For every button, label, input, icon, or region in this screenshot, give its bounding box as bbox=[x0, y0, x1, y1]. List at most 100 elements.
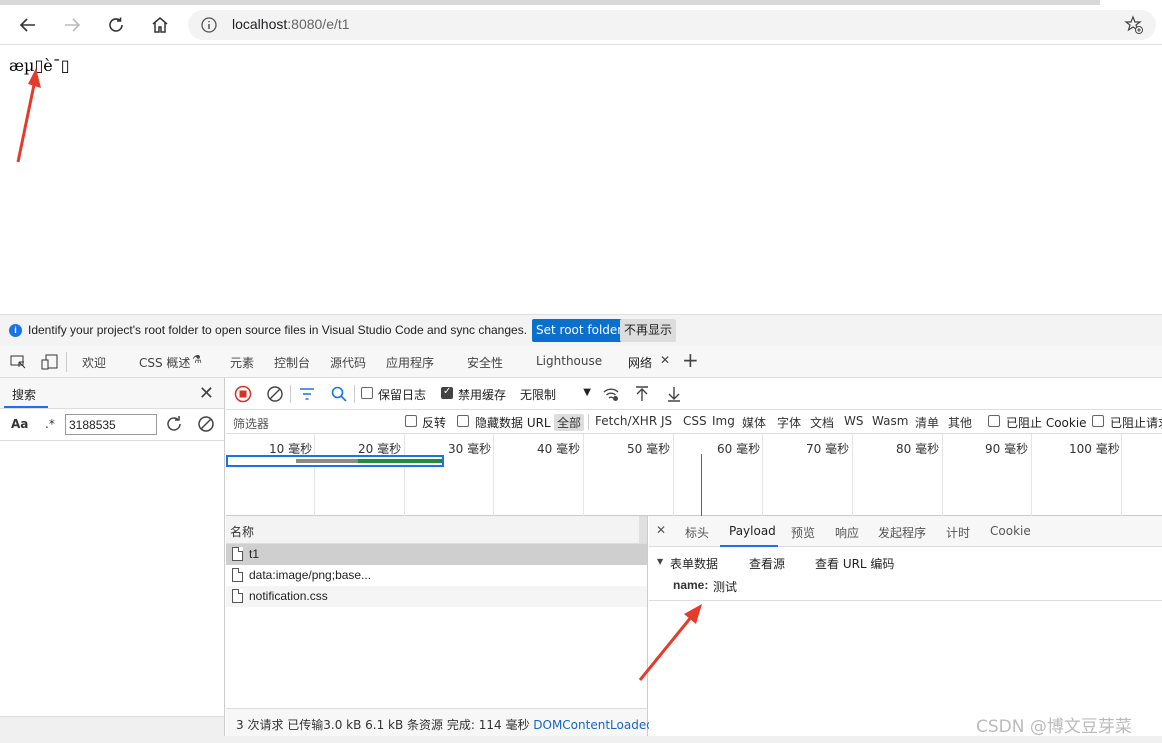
tab-security[interactable]: 安全性 bbox=[467, 354, 503, 371]
filter-type-doc[interactable]: 文档 bbox=[810, 414, 834, 431]
document-icon bbox=[232, 568, 243, 582]
view-source-button[interactable]: 查看源 bbox=[749, 555, 785, 572]
close-search-icon[interactable]: ✕ bbox=[199, 383, 214, 404]
tab-application[interactable]: 应用程序 bbox=[386, 354, 434, 371]
table-row[interactable]: t1 bbox=[226, 544, 647, 565]
document-icon bbox=[232, 589, 243, 603]
url-text: localhost:8080/e/t1 bbox=[232, 16, 350, 32]
clear-log-icon[interactable] bbox=[266, 385, 284, 406]
filter-icon[interactable] bbox=[298, 385, 316, 406]
table-row[interactable]: data:image/png;base... bbox=[226, 565, 647, 586]
network-toolbar: 保留日志 禁用缓存 无限制 ▼ bbox=[226, 378, 1162, 410]
request-list: 名称 t1 data:image/png;base... notificatio… bbox=[226, 516, 654, 736]
filter-type-fetch-xhr[interactable]: Fetch/XHR bbox=[595, 414, 657, 428]
hide-data-urls-checkbox[interactable] bbox=[457, 415, 469, 427]
tab-welcome[interactable]: 欢迎 bbox=[82, 354, 106, 371]
annotation-arrow-icon bbox=[16, 68, 41, 163]
table-row[interactable]: notification.css bbox=[226, 586, 647, 607]
tab-lighthouse[interactable]: Lighthouse bbox=[536, 354, 602, 368]
filter-type-other[interactable]: 其他 bbox=[948, 414, 972, 431]
tab-network[interactable]: 网络 bbox=[628, 354, 652, 371]
dont-show-again-button[interactable]: 不再显示 bbox=[620, 319, 677, 342]
tab-timing[interactable]: 计时 bbox=[946, 524, 970, 541]
search-panel-title[interactable]: 搜索 bbox=[12, 386, 36, 403]
tab-sources[interactable]: 源代码 bbox=[330, 354, 366, 371]
browser-toolbar: localhost:8080/e/t1 bbox=[0, 5, 1162, 45]
close-detail-icon[interactable]: ✕ bbox=[656, 523, 666, 537]
export-har-icon[interactable] bbox=[665, 385, 683, 406]
tab-cookies[interactable]: Cookie bbox=[990, 524, 1031, 538]
tab-initiator[interactable]: 发起程序 bbox=[878, 524, 926, 541]
filter-type-manifest[interactable]: 清单 bbox=[915, 414, 939, 431]
add-favorite-icon[interactable] bbox=[1124, 15, 1144, 38]
match-case-toggle[interactable]: Aa bbox=[11, 417, 28, 431]
filter-type-ws[interactable]: WS bbox=[844, 414, 863, 428]
throttling-value: 无限制 bbox=[520, 388, 557, 402]
tab-preview[interactable]: 预览 bbox=[791, 524, 815, 541]
toolbar-separator bbox=[290, 385, 291, 403]
active-tab-underline bbox=[4, 406, 48, 408]
filter-type-img[interactable]: Img bbox=[712, 414, 735, 428]
grid-line bbox=[314, 434, 315, 516]
filter-type-wasm[interactable]: Wasm bbox=[872, 414, 908, 428]
dom-content-loaded-link[interactable]: DOMContentLoaded bbox=[533, 718, 654, 732]
filter-type-js[interactable]: JS bbox=[661, 414, 672, 428]
site-info-icon[interactable] bbox=[200, 16, 218, 37]
filter-input[interactable]: 筛选器 bbox=[233, 415, 269, 432]
tab-console[interactable]: 控制台 bbox=[274, 354, 310, 371]
close-tab-icon[interactable]: ✕ bbox=[660, 353, 670, 367]
filter-type-css[interactable]: CSS bbox=[683, 414, 707, 428]
clear-search-icon[interactable] bbox=[196, 414, 216, 437]
tab-payload[interactable]: Payload bbox=[729, 524, 776, 538]
document-icon bbox=[232, 547, 243, 561]
tab-css-overview[interactable]: CSS 概述 bbox=[139, 354, 190, 371]
request-name: t1 bbox=[249, 547, 260, 561]
overview-download-bar bbox=[358, 459, 442, 463]
preserve-log-checkbox[interactable] bbox=[361, 387, 373, 399]
address-bar[interactable]: localhost:8080/e/t1 bbox=[188, 10, 1156, 40]
chevron-down-icon: ▼ bbox=[583, 387, 591, 398]
regex-toggle[interactable]: .* bbox=[45, 417, 55, 431]
filter-type-font[interactable]: 字体 bbox=[777, 414, 801, 431]
blocked-cookies-checkbox[interactable] bbox=[988, 415, 1000, 427]
refresh-search-icon[interactable] bbox=[164, 414, 184, 437]
network-overview[interactable]: 10 毫秒 20 毫秒 30 毫秒 40 毫秒 50 毫秒 60 毫秒 70 毫… bbox=[226, 434, 1162, 516]
throttling-select[interactable]: 无限制 ▼ bbox=[517, 384, 591, 404]
tab-headers[interactable]: 标头 bbox=[685, 524, 709, 541]
form-data-title: 表单数据 bbox=[670, 557, 719, 571]
reload-button[interactable] bbox=[104, 13, 128, 37]
request-list-header: 名称 bbox=[226, 516, 647, 544]
back-button[interactable] bbox=[16, 13, 40, 37]
status-summary: 3 次请求 已传输3.0 kB 6.1 kB 条资源 完成: 114 毫秒 DO… bbox=[236, 718, 654, 732]
forward-button[interactable] bbox=[60, 13, 84, 37]
arrow-left-icon bbox=[19, 18, 35, 32]
filter-type-media[interactable]: 媒体 bbox=[742, 414, 766, 431]
import-har-icon[interactable] bbox=[633, 385, 651, 406]
blocked-requests-checkbox[interactable] bbox=[1092, 415, 1104, 427]
search-icon[interactable] bbox=[330, 385, 348, 406]
disable-cache-checkbox[interactable] bbox=[441, 386, 453, 399]
record-stop-icon[interactable] bbox=[234, 385, 252, 406]
search-input[interactable] bbox=[65, 414, 157, 435]
form-data-section[interactable]: ▼ 表单数据 查看源 查看 URL 编码 bbox=[649, 547, 1162, 575]
search-panel-footer bbox=[0, 716, 224, 736]
home-button[interactable] bbox=[148, 13, 172, 37]
tab-elements[interactable]: 元素 bbox=[230, 354, 254, 371]
device-emulation-icon[interactable] bbox=[41, 353, 59, 374]
network-conditions-icon[interactable] bbox=[602, 385, 620, 406]
add-tab-icon[interactable]: + bbox=[682, 348, 699, 372]
set-root-folder-button[interactable]: Set root folder bbox=[532, 319, 627, 342]
search-panel-header: 搜索 ✕ bbox=[0, 378, 224, 409]
invert-checkbox[interactable] bbox=[405, 415, 417, 427]
info-icon: i bbox=[9, 324, 22, 337]
inspect-element-icon[interactable] bbox=[9, 353, 27, 374]
tab-response[interactable]: 响应 bbox=[835, 524, 859, 541]
grid-line bbox=[673, 434, 674, 516]
grid-line bbox=[404, 434, 405, 516]
header-scrollbar bbox=[639, 516, 647, 543]
column-name-header[interactable]: 名称 bbox=[230, 523, 254, 540]
grid-line bbox=[1031, 434, 1032, 516]
filter-type-all[interactable]: 全部 bbox=[554, 414, 585, 431]
view-url-encoded-button[interactable]: 查看 URL 编码 bbox=[815, 555, 894, 572]
overview-tick: 50 毫秒 bbox=[627, 442, 671, 456]
